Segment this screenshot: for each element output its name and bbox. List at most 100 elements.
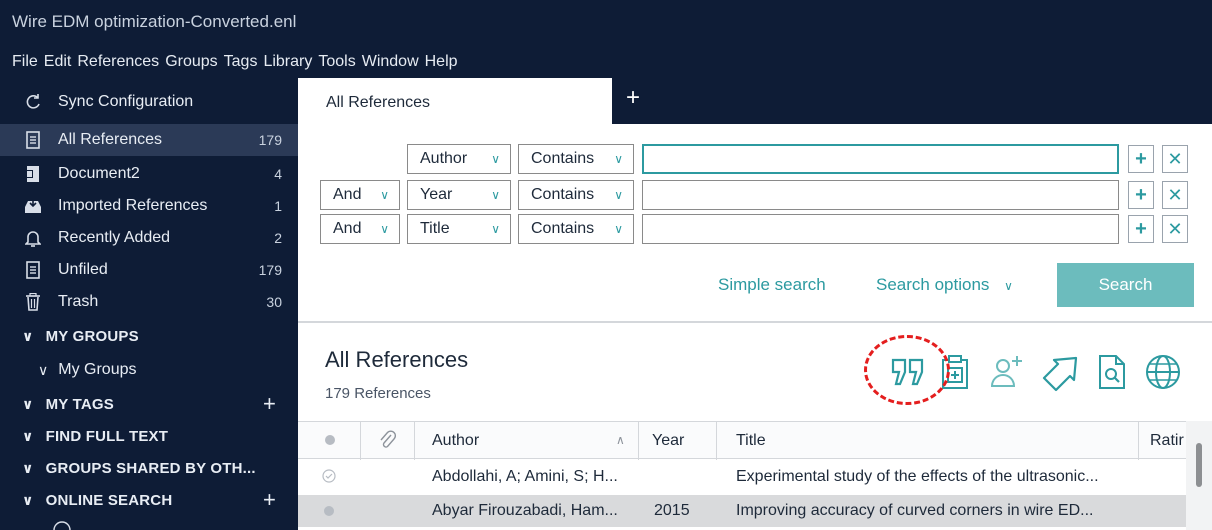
search-input[interactable] bbox=[642, 180, 1119, 210]
cell-author: Abdollahi, A; Amini, S; H... bbox=[432, 468, 618, 485]
online-search-section[interactable]: ∨ ONLINE SEARCH + bbox=[0, 484, 298, 516]
sidebar-item-label: Recently Added bbox=[58, 229, 171, 246]
sync-icon bbox=[22, 93, 44, 111]
remove-row-icon[interactable]: ✕ bbox=[1162, 145, 1188, 173]
search-button[interactable]: Search bbox=[1057, 263, 1194, 307]
cell-year: 2015 bbox=[654, 502, 690, 519]
add-tag-icon[interactable]: + bbox=[263, 391, 276, 417]
open-link-icon[interactable] bbox=[1040, 352, 1080, 392]
column-author[interactable]: Author bbox=[432, 432, 479, 450]
sidebar-item-label: Trash bbox=[58, 293, 99, 310]
column-separator bbox=[716, 422, 717, 460]
table-row[interactable]: Abdollahi, A; Amini, S; H... Experimenta… bbox=[298, 461, 1186, 493]
field-select[interactable]: Author ∨ bbox=[407, 144, 511, 174]
sort-ascending-icon[interactable]: ∧ bbox=[616, 433, 625, 447]
sidebar-item-all-references[interactable]: All References 179 bbox=[0, 124, 298, 156]
menu-help[interactable]: Help bbox=[425, 53, 458, 71]
sidebar-item-imported-references[interactable]: Imported References 1 bbox=[0, 190, 298, 222]
attachment-icon[interactable] bbox=[378, 429, 397, 456]
column-separator bbox=[638, 422, 639, 460]
find-pdf-icon[interactable] bbox=[1092, 352, 1132, 392]
operator-select[interactable]: Contains ∨ bbox=[518, 180, 634, 210]
add-online-search-icon[interactable]: + bbox=[263, 487, 276, 513]
sidebar-item-unfiled[interactable]: Unfiled 179 bbox=[0, 254, 298, 286]
connector-value: And bbox=[333, 220, 362, 237]
add-tab-button[interactable]: + bbox=[626, 84, 640, 112]
connector-select[interactable]: And ∨ bbox=[320, 214, 400, 244]
read-status-icon[interactable] bbox=[324, 433, 336, 451]
import-icon bbox=[22, 198, 44, 214]
field-value: Year bbox=[420, 186, 453, 203]
add-row-icon[interactable]: + bbox=[1128, 215, 1154, 243]
menu-file[interactable]: File bbox=[12, 53, 38, 71]
chevron-down-icon: ∨ bbox=[491, 152, 500, 166]
sidebar-item-recently-added[interactable]: Recently Added 2 bbox=[0, 222, 298, 254]
sidebar-item-count: 179 bbox=[258, 262, 282, 278]
my-groups-section[interactable]: ∨ MY GROUPS bbox=[0, 320, 298, 352]
sidebar-item-count: 30 bbox=[266, 294, 282, 310]
menu-groups[interactable]: Groups bbox=[165, 53, 217, 71]
search-options-dropdown[interactable]: Search options ∨ bbox=[876, 275, 1013, 295]
trash-icon bbox=[22, 293, 44, 311]
operator-select[interactable]: Contains ∨ bbox=[518, 214, 634, 244]
section-label: FIND FULL TEXT bbox=[45, 427, 169, 445]
chevron-down-icon: ∨ bbox=[614, 152, 623, 166]
sync-configuration-button[interactable]: Sync Configuration bbox=[0, 86, 298, 118]
add-row-icon[interactable]: + bbox=[1128, 145, 1154, 173]
operator-select[interactable]: Contains ∨ bbox=[518, 144, 634, 174]
search-input[interactable] bbox=[642, 144, 1119, 174]
menu-bar: File Edit References Groups Tags Library… bbox=[0, 45, 1212, 78]
scrollbar-thumb[interactable] bbox=[1196, 443, 1202, 487]
column-title[interactable]: Title bbox=[736, 432, 766, 450]
tab-all-references[interactable]: All References bbox=[298, 78, 612, 124]
operator-value: Contains bbox=[531, 150, 595, 167]
table-row[interactable]: Abyar Firouzabadi, Ham... 2015 Improving… bbox=[298, 495, 1186, 527]
document-icon bbox=[22, 131, 44, 149]
annotation-highlight-circle bbox=[864, 335, 950, 405]
chevron-down-icon: ∨ bbox=[614, 188, 623, 202]
sidebar-item-label: Imported References bbox=[58, 197, 208, 214]
groups-shared-section[interactable]: ∨ GROUPS SHARED BY OTH... bbox=[0, 452, 298, 484]
field-select[interactable]: Title ∨ bbox=[407, 214, 511, 244]
section-label: GROUPS SHARED BY OTH... bbox=[45, 459, 256, 477]
share-user-icon[interactable] bbox=[989, 352, 1029, 392]
column-separator bbox=[1138, 422, 1139, 460]
library-title: All References bbox=[325, 347, 469, 372]
remove-row-icon[interactable]: ✕ bbox=[1162, 181, 1188, 209]
chevron-down-icon: ∨ bbox=[614, 222, 623, 236]
simple-search-link[interactable]: Simple search bbox=[718, 275, 826, 295]
find-full-text-section[interactable]: ∨ FIND FULL TEXT bbox=[0, 420, 298, 452]
unread-dot-icon bbox=[323, 504, 335, 522]
field-value: Title bbox=[420, 220, 450, 237]
field-select[interactable]: Year ∨ bbox=[407, 180, 511, 210]
section-label: My Groups bbox=[58, 361, 137, 378]
search-input[interactable] bbox=[642, 214, 1119, 244]
menu-edit[interactable]: Edit bbox=[44, 53, 72, 71]
sidebar-item-document2[interactable]: Document2 4 bbox=[0, 158, 298, 190]
sidebar-item-count: 179 bbox=[258, 132, 282, 148]
menu-tools[interactable]: Tools bbox=[318, 53, 355, 71]
add-row-icon[interactable]: + bbox=[1128, 181, 1154, 209]
chevron-down-icon: ∨ bbox=[38, 361, 49, 378]
document-icon bbox=[22, 261, 44, 279]
online-globe-icon[interactable] bbox=[1143, 352, 1183, 392]
connector-select[interactable]: And ∨ bbox=[320, 180, 400, 210]
menu-window[interactable]: Window bbox=[362, 53, 419, 71]
menu-references[interactable]: References bbox=[77, 53, 159, 71]
column-rating[interactable]: Ratir bbox=[1150, 432, 1184, 450]
chevron-down-icon: ∨ bbox=[1004, 279, 1013, 293]
menu-library[interactable]: Library bbox=[263, 53, 312, 71]
sidebar-item-trash[interactable]: Trash 30 bbox=[0, 286, 298, 318]
chevron-down-icon: ∨ bbox=[491, 222, 500, 236]
my-groups-child[interactable]: ∨ My Groups bbox=[0, 354, 298, 386]
my-tags-section[interactable]: ∨ MY TAGS + bbox=[0, 388, 298, 420]
connector-value: And bbox=[333, 186, 362, 203]
column-year[interactable]: Year bbox=[652, 432, 684, 450]
panel-divider bbox=[298, 321, 1212, 323]
sidebar-item-count: 4 bbox=[274, 166, 282, 182]
menu-tags[interactable]: Tags bbox=[224, 53, 258, 71]
word-document-icon bbox=[22, 165, 44, 183]
chevron-down-icon: ∨ bbox=[380, 222, 389, 236]
chevron-down-icon: ∨ bbox=[491, 188, 500, 202]
remove-row-icon[interactable]: ✕ bbox=[1162, 215, 1188, 243]
